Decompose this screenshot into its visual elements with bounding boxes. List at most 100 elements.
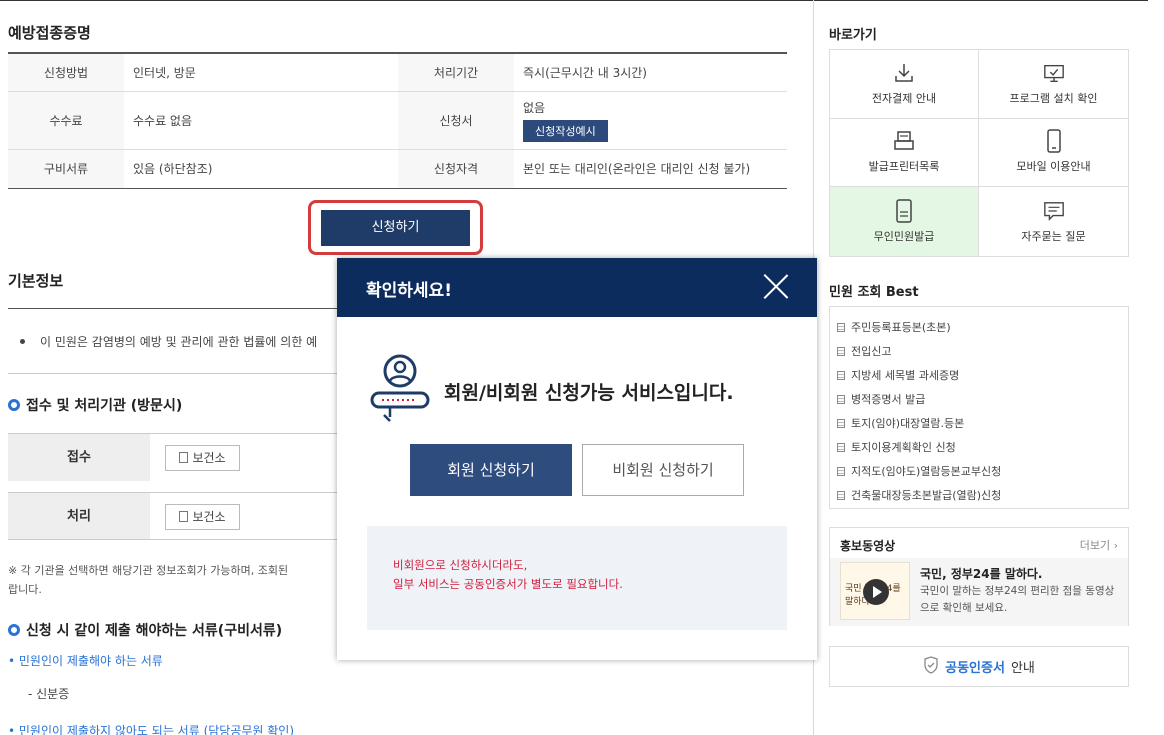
- method-value: 인터넷, 방문: [124, 53, 398, 92]
- method-label: 신청방법: [8, 53, 124, 92]
- receive-org-button-label: 보건소: [192, 451, 226, 465]
- apply-highlight-frame: 신청하기: [308, 200, 483, 255]
- required-docs-link[interactable]: • 민원인이 제출해야 하는 서류: [8, 652, 163, 669]
- quick-link-mobile[interactable]: 모바일 이용안내: [979, 119, 1128, 188]
- promo-video-desc: 국민이 말하는 정부24의 편리한 점을 동영상으로 확인해 보세요.: [920, 585, 1115, 614]
- qualification-label: 신청자격: [398, 149, 514, 189]
- document-icon: [837, 490, 845, 500]
- required-doc-item: - 신분증: [28, 687, 70, 701]
- best-title: 민원 조회 Best: [829, 285, 919, 300]
- org-row-process: 처리 보건소: [8, 492, 338, 540]
- quick-link-label: 자주묻는 질문: [1021, 229, 1086, 243]
- org-note: ※ 각 기관을 선택하면 해당기관 정보조회가 가능하며, 조회된 랍니다.: [8, 561, 338, 599]
- ring-icon: [8, 399, 20, 411]
- receive-org-button[interactable]: 보건소: [165, 445, 240, 471]
- fee-label: 수수료: [8, 91, 124, 150]
- building-icon: [179, 511, 189, 522]
- org-heading: 접수 및 처리기관 (방문시): [8, 395, 182, 415]
- best-item[interactable]: 건축물대장등초본발급(열람)신청: [837, 483, 1128, 507]
- best-item[interactable]: 토지(임야)대장열람.등본: [837, 411, 1128, 435]
- org-row-receive: 접수 보건소: [8, 433, 338, 481]
- modal-notice-line2: 일부 서비스는 공동인증서가 별도로 필요합니다.: [393, 577, 623, 591]
- section-title-basic-info: 기본정보: [8, 272, 64, 290]
- quick-link-printers[interactable]: 발급프린터목록: [830, 118, 979, 188]
- form-label: 신청서: [398, 91, 514, 150]
- confirm-modal: 확인하세요! 회원/비회원 신청가능 서비스입니다. 회원 신청하기 비회원 신…: [337, 258, 817, 660]
- best-item[interactable]: 전입신고: [837, 339, 1128, 363]
- monitor-icon: [1043, 62, 1065, 84]
- video-thumbnail[interactable]: 국민 정부24를 말하다: [840, 562, 910, 620]
- promo-more-link[interactable]: 더보기 ›: [1080, 537, 1118, 553]
- promo-body[interactable]: 국민 정부24를 말하다 국민, 정부24를 말하다. 국민이 말하는 정부24…: [830, 558, 1128, 626]
- nonmember-apply-button[interactable]: 비회원 신청하기: [582, 444, 744, 496]
- qualification-value: 본인 또는 대리인(온라인은 대리인 신청 불가): [514, 149, 787, 189]
- modal-notice: 비회원으로 신청하시더라도, 일부 서비스는 공동인증서가 별도로 필요합니다.: [367, 526, 787, 630]
- document-icon: [837, 418, 845, 428]
- certificate-highlight: 공동인증서: [945, 661, 1005, 676]
- period-label: 처리기간: [398, 53, 514, 92]
- quick-link-program[interactable]: 프로그램 설치 확인: [979, 50, 1128, 119]
- certificate-guide-label: 안내: [1010, 661, 1035, 676]
- best-item-label: 주민등록표등본(초본): [851, 321, 951, 334]
- document-icon: [837, 370, 845, 380]
- promo-video-title: 국민, 정부24를 말하다.: [920, 567, 1043, 581]
- process-label: 처리: [8, 493, 150, 539]
- quick-link-label: 모바일 이용안내: [1016, 160, 1091, 174]
- chat-icon: [1043, 200, 1065, 222]
- modal-title: 확인하세요!: [366, 281, 452, 301]
- document-icon: [837, 346, 845, 356]
- mobile-icon: [1043, 129, 1065, 154]
- document-icon: [837, 442, 845, 452]
- best-item[interactable]: 지방세 세목별 과세증명: [837, 363, 1128, 387]
- quick-link-kiosk[interactable]: 무인민원발급: [830, 187, 979, 256]
- promo-video-box: 홍보동영상 더보기 › 국민 정부24를 말하다 국민, 정부24를 말하다. …: [829, 527, 1129, 626]
- best-item-label: 병적증명서 발급: [851, 393, 926, 406]
- best-item-label: 지적도(임야도)열람등본교부신청: [851, 465, 1002, 478]
- document-icon: [837, 394, 845, 404]
- org-note-line1: ※ 각 기관을 선택하면 해당기관 정보조회가 가능하며, 조회된: [8, 564, 289, 577]
- best-item[interactable]: 토지이용계획확인 신청: [837, 435, 1128, 459]
- document-icon: [837, 322, 845, 332]
- best-item[interactable]: 병적증명서 발급: [837, 387, 1128, 411]
- optional-docs-link[interactable]: • 민원인이 제출하지 않아도 되는 서류 (담당공무원 확인): [8, 722, 294, 735]
- quick-link-faq[interactable]: 자주묻는 질문: [979, 187, 1128, 256]
- docs-heading: 신청 시 같이 제출 해야하는 서류(구비서류): [8, 620, 282, 640]
- docs-heading-text: 신청 시 같이 제출 해야하는 서류(구비서류): [26, 623, 283, 639]
- form-cell: 없음 신청작성예시: [514, 91, 787, 150]
- modal-notice-line1: 비회원으로 신청하시더라도,: [393, 558, 528, 572]
- fee-value: 수수료 없음: [124, 91, 398, 150]
- quick-link-payment[interactable]: 전자결제 안내: [830, 50, 979, 119]
- certificate-guide-button[interactable]: 공동인증서 안내: [829, 646, 1129, 687]
- best-item-label: 토지이용계획확인 신청: [851, 441, 956, 454]
- form-value: 없음: [523, 100, 546, 115]
- process-org-button[interactable]: 보건소: [165, 504, 240, 530]
- user-card-icon: [368, 353, 433, 423]
- docs-label: 구비서류: [8, 149, 124, 189]
- building-icon: [179, 452, 189, 463]
- best-item[interactable]: 주민등록표등본(초본): [837, 315, 1128, 339]
- basic-info-rule: [8, 308, 338, 309]
- basic-info-bottom-rule: [8, 373, 338, 374]
- best-item-label: 토지(임야)대장열람.등본: [851, 417, 965, 430]
- close-icon[interactable]: [763, 273, 789, 299]
- top-border: [0, 0, 1148, 1]
- org-heading-text: 접수 및 처리기관 (방문시): [26, 398, 183, 414]
- kiosk-icon: [893, 198, 915, 223]
- modal-header: 확인하세요!: [337, 258, 817, 317]
- best-item[interactable]: 지적도(임야도)열람등본교부신청: [837, 459, 1128, 483]
- receive-label: 접수: [8, 434, 150, 481]
- document-icon: [837, 466, 845, 476]
- member-apply-button[interactable]: 회원 신청하기: [410, 444, 572, 496]
- period-value: 즉시(근무시간 내 3시간): [514, 53, 787, 92]
- play-icon[interactable]: [863, 579, 889, 605]
- bullet-dot: [20, 339, 25, 344]
- printer-icon: [893, 130, 915, 152]
- form-example-button[interactable]: 신청작성예시: [523, 119, 608, 142]
- quick-links-title: 바로가기: [829, 28, 877, 43]
- best-list: 주민등록표등본(초본) 전입신고 지방세 세목별 과세증명 병적증명서 발급 토…: [829, 306, 1129, 509]
- best-item-label: 전입신고: [851, 345, 892, 358]
- info-table: 신청방법 인터넷, 방문 처리기간 즉시(근무시간 내 3시간) 수수료 수수료…: [8, 52, 787, 189]
- basic-info-bullet: 이 민원은 감염병의 예방 및 관리에 관한 법률에 의한 예: [40, 335, 318, 349]
- quick-links-grid: 전자결제 안내 프로그램 설치 확인 발급프린터목록 모바일 이용안내 무인민원…: [829, 49, 1129, 257]
- apply-button[interactable]: 신청하기: [321, 210, 470, 246]
